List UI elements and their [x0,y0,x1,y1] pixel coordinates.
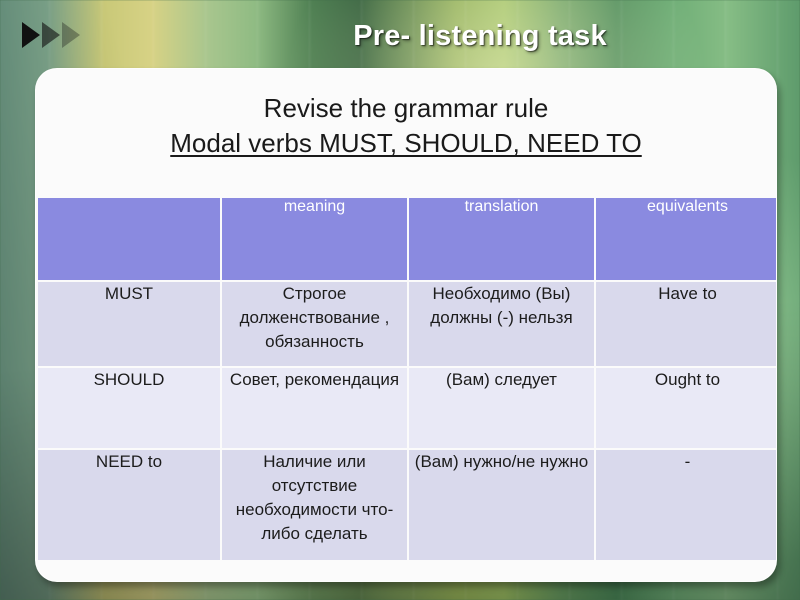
arrow-decoration-group [22,22,82,48]
play-triangle-icon [42,22,60,48]
column-header-translation: translation [409,198,594,280]
cell-equivalents: Have to [596,282,776,366]
table-row: NEED to Наличие или отсутствие необходим… [38,450,776,560]
cell-meaning: Наличие или отсутствие необходимости что… [222,450,407,560]
table-row: SHOULD Совет, рекомендация (Вам) следует… [38,368,776,448]
table-row: MUST Строгое долженствование , обязаннос… [38,282,776,366]
play-triangle-icon [62,22,80,48]
heading-line-1: Revise the grammar rule [263,93,549,123]
column-header-term [38,198,220,280]
cell-term: SHOULD [38,368,220,448]
column-header-meaning: meaning [222,198,407,280]
table-header: meaning translation equivalents [38,198,776,280]
table-body: MUST Строгое долженствование , обязаннос… [38,282,776,560]
cell-translation: (Вам) нужно/не нужно [409,450,594,560]
cell-meaning: Совет, рекомендация [222,368,407,448]
cell-translation: Необходимо (Вы) должны (-) нельзя [409,282,594,366]
cell-translation: (Вам) следует [409,368,594,448]
cell-term: NEED to [38,450,220,560]
cell-meaning: Строгое долженствование , обязанность [222,282,407,366]
modal-verbs-table: meaning translation equivalents MUST Стр… [36,196,776,562]
content-panel: Revise the grammar rule Modal verbs MUST… [35,68,777,582]
heading-line-2: Modal verbs MUST, SHOULD, NEED TO [36,126,776,161]
table-header-row: meaning translation equivalents [38,198,776,280]
heading-line-2-text: Modal verbs MUST, SHOULD, NEED TO [170,128,642,158]
slide-title-bar: Pre- listening task [0,0,800,68]
cell-term: MUST [38,282,220,366]
heading-block: Revise the grammar rule Modal verbs MUST… [36,69,776,161]
column-header-equivalents: equivalents [596,198,776,280]
cell-equivalents: Ought to [596,368,776,448]
page-title: Pre- listening task [353,20,607,52]
cell-equivalents: - [596,450,776,560]
play-triangle-icon [22,22,40,48]
